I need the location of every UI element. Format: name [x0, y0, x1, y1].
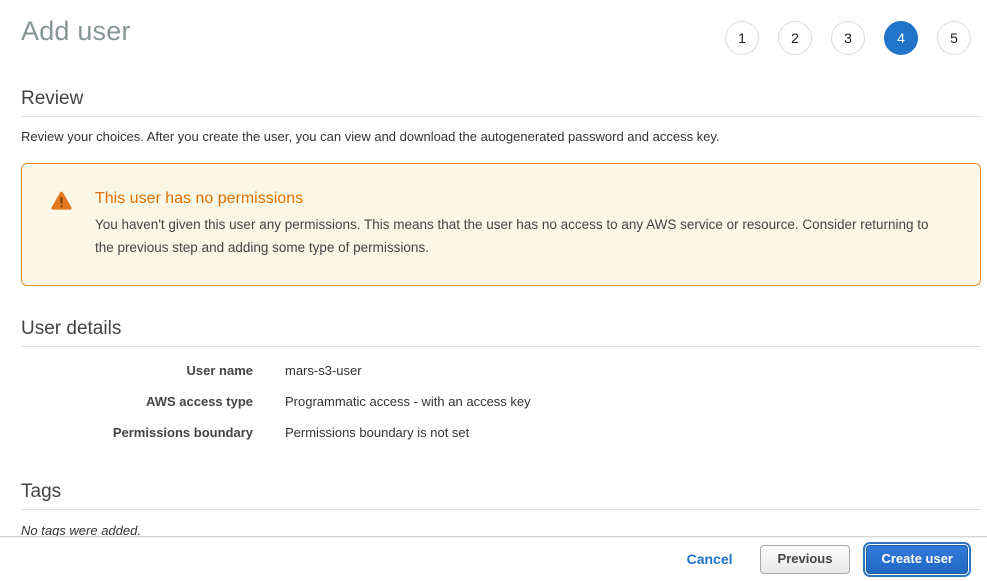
step-indicator: 1 2 3 4 5 [725, 21, 971, 55]
access-type-value: Programmatic access - with an access key [285, 394, 531, 410]
warning-body: You haven't given this user any permissi… [95, 213, 950, 259]
warning-text-block: This user has no permissions You haven't… [95, 189, 950, 259]
page-title: Add user [21, 15, 131, 47]
table-row: Permissions boundary Permissions boundar… [21, 425, 981, 441]
user-name-value: mars-s3-user [285, 363, 362, 379]
permissions-boundary-value: Permissions boundary is not set [285, 425, 469, 441]
step-circle-3: 3 [831, 21, 865, 55]
user-name-label: User name [21, 363, 253, 379]
step-circle-2: 2 [778, 21, 812, 55]
table-row: AWS access type Programmatic access - wi… [21, 394, 981, 410]
divider [21, 346, 981, 347]
user-details-table: User name mars-s3-user AWS access type P… [21, 363, 981, 441]
cancel-link[interactable]: Cancel [687, 551, 733, 567]
step-circle-5: 5 [937, 21, 971, 55]
step-circle-4-current: 4 [884, 21, 918, 55]
permissions-boundary-label: Permissions boundary [21, 425, 253, 441]
wizard-footer: Cancel Previous Create user [0, 536, 987, 581]
review-section: Review Review your choices. After you cr… [21, 87, 981, 286]
divider [21, 116, 981, 117]
create-user-button[interactable]: Create user [866, 545, 968, 574]
review-heading: Review [21, 87, 981, 110]
step-circle-1: 1 [725, 21, 759, 55]
warning-triangle-icon [51, 191, 72, 259]
warning-title: This user has no permissions [95, 189, 950, 209]
user-details-section: User details User name mars-s3-user AWS … [21, 317, 981, 441]
tags-heading: Tags [21, 480, 981, 503]
table-row: User name mars-s3-user [21, 363, 981, 379]
user-details-heading: User details [21, 317, 981, 340]
wizard-header: Add user 1 2 3 4 5 [0, 0, 987, 55]
access-type-label: AWS access type [21, 394, 253, 410]
tags-section: Tags No tags were added. [21, 480, 981, 538]
wizard-body: Review Review your choices. After you cr… [0, 87, 987, 538]
divider [21, 509, 981, 510]
no-permissions-warning-banner: This user has no permissions You haven't… [21, 163, 981, 286]
previous-button[interactable]: Previous [760, 545, 851, 574]
review-description: Review your choices. After you create th… [21, 128, 981, 146]
